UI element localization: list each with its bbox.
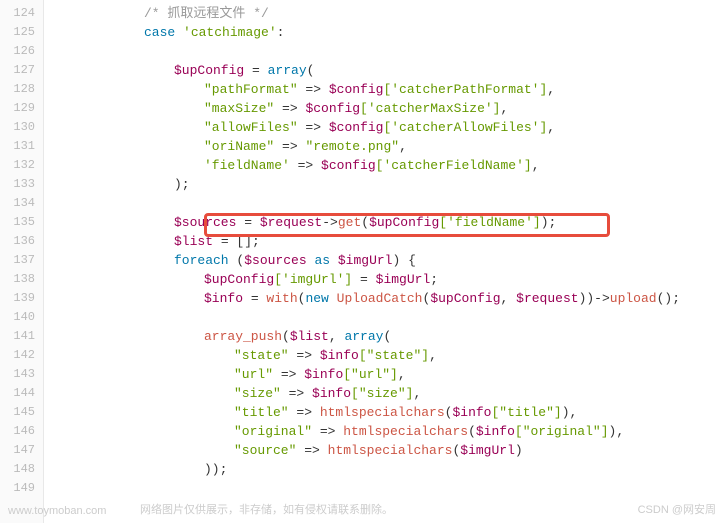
code-line: "oriName" => "remote.png", <box>44 137 728 156</box>
code-line: "maxSize" => $config['catcherMaxSize'], <box>44 99 728 118</box>
line-number: 127 <box>4 61 35 80</box>
code-line: $info = with(new UploadCatch($upConfig, … <box>44 289 728 308</box>
code-line: "size" => $info["size"], <box>44 384 728 403</box>
line-number: 130 <box>4 118 35 137</box>
code-line <box>44 194 728 213</box>
code-line <box>44 479 728 498</box>
watermark-site: www.toymoban.com <box>8 505 106 517</box>
line-number-gutter: 124 125 126 127 128 129 130 131 132 133 … <box>0 0 44 523</box>
code-line: array_push($list, array( <box>44 327 728 346</box>
line-number: 135 <box>4 213 35 232</box>
code-line: )); <box>44 460 728 479</box>
code-line: ); <box>44 175 728 194</box>
code-area[interactable]: /* 抓取远程文件 */ case 'catchimage': $upConfi… <box>44 0 728 523</box>
line-number: 145 <box>4 403 35 422</box>
code-line: "url" => $info["url"], <box>44 365 728 384</box>
code-line: case 'catchimage': <box>44 23 728 42</box>
code-line: 'fieldName' => $config['catcherFieldName… <box>44 156 728 175</box>
code-line: foreach ($sources as $imgUrl) { <box>44 251 728 270</box>
code-line <box>44 42 728 61</box>
code-line: "original" => htmlspecialchars($info["or… <box>44 422 728 441</box>
line-number: 137 <box>4 251 35 270</box>
watermark-author: CSDN @网安周 <box>638 501 716 517</box>
line-number: 141 <box>4 327 35 346</box>
line-number: 144 <box>4 384 35 403</box>
code-line: "state" => $info["state"], <box>44 346 728 365</box>
line-number: 124 <box>4 4 35 23</box>
line-number: 149 <box>4 479 35 498</box>
line-number: 126 <box>4 42 35 61</box>
line-number: 129 <box>4 99 35 118</box>
line-number: 139 <box>4 289 35 308</box>
line-number: 136 <box>4 232 35 251</box>
line-number: 134 <box>4 194 35 213</box>
line-number: 147 <box>4 441 35 460</box>
line-number: 132 <box>4 156 35 175</box>
code-line <box>44 308 728 327</box>
code-line: $sources = $request->get($upConfig['fiel… <box>44 213 728 232</box>
code-line: $upConfig['imgUrl'] = $imgUrl; <box>44 270 728 289</box>
code-line: "title" => htmlspecialchars($info["title… <box>44 403 728 422</box>
code-line: $list = []; <box>44 232 728 251</box>
code-line: "pathFormat" => $config['catcherPathForm… <box>44 80 728 99</box>
line-number: 140 <box>4 308 35 327</box>
line-number: 128 <box>4 80 35 99</box>
code-line: "source" => htmlspecialchars($imgUrl) <box>44 441 728 460</box>
watermark-disclaimer: 网络图片仅供展示，非存储，如有侵权请联系删除。 <box>140 501 393 517</box>
line-number: 138 <box>4 270 35 289</box>
code-viewer: 124 125 126 127 128 129 130 131 132 133 … <box>0 0 728 523</box>
line-number: 143 <box>4 365 35 384</box>
line-number: 131 <box>4 137 35 156</box>
code-line: "allowFiles" => $config['catcherAllowFil… <box>44 118 728 137</box>
line-number: 133 <box>4 175 35 194</box>
line-number: 148 <box>4 460 35 479</box>
line-number: 142 <box>4 346 35 365</box>
line-number: 125 <box>4 23 35 42</box>
code-line: $upConfig = array( <box>44 61 728 80</box>
code-line: /* 抓取远程文件 */ <box>44 4 728 23</box>
line-number: 146 <box>4 422 35 441</box>
